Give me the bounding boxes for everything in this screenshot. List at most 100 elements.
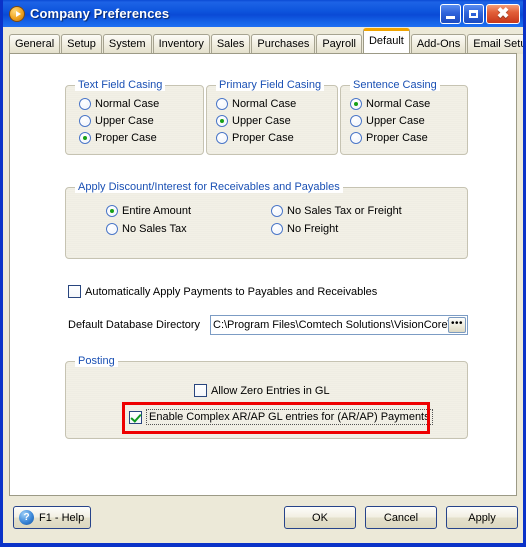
close-icon: ✖ [496, 5, 510, 22]
group-posting: Posting Allow Zero Entries in GL Enable … [65, 355, 468, 439]
f1-help-button[interactable]: ? F1 - Help [13, 506, 91, 529]
radio-sentence-normal-case[interactable]: Normal Case [350, 98, 430, 110]
browse-button[interactable]: ••• [448, 317, 466, 333]
radio-no-freight[interactable]: No Freight [271, 223, 338, 235]
play-circle-icon [9, 5, 25, 22]
radio-label: Normal Case [366, 98, 431, 110]
radio-label: Proper Case [232, 132, 294, 144]
group-primary-field-casing: Primary Field Casing Normal Case Upper C… [206, 79, 338, 155]
group-sentence-casing: Sentence Casing Normal Case Upper Case P… [340, 79, 468, 155]
radio-label: No Sales Tax or Freight [287, 205, 402, 217]
checkbox-icon [194, 384, 207, 397]
group-apply-discount: Apply Discount/Interest for Receivables … [65, 181, 468, 259]
default-tab-panel: Text Field Casing Normal Case Upper Case… [9, 53, 517, 496]
checkbox-label: Automatically Apply Payments to Payables… [85, 285, 378, 298]
checkbox-auto-apply-payments[interactable]: Automatically Apply Payments to Payables… [68, 285, 377, 298]
tab-label: Setup [67, 38, 96, 50]
radio-icon [106, 223, 118, 235]
tab-label: Add-Ons [416, 38, 461, 50]
radio-label: Proper Case [95, 132, 157, 144]
tab-add-ons[interactable]: Add-Ons [410, 34, 467, 54]
tab-label: Purchases [257, 38, 310, 50]
tab-payroll[interactable]: Payroll [316, 34, 362, 54]
radio-label: Proper Case [366, 132, 428, 144]
tab-default[interactable]: Default [362, 28, 410, 53]
checkbox-label: Allow Zero Entries in GL [211, 384, 330, 397]
radio-text-normal-case[interactable]: Normal Case [79, 98, 159, 110]
radio-label: Entire Amount [122, 205, 192, 217]
radio-text-proper-case[interactable]: Proper Case [79, 132, 157, 144]
tab-sales[interactable]: Sales [210, 34, 251, 54]
title-bar: Company Preferences ✖ [3, 0, 523, 27]
tab-inventory[interactable]: Inventory [152, 34, 210, 54]
dialog-footer: ? F1 - Help OK Cancel Apply [3, 496, 523, 543]
radio-icon [216, 132, 228, 144]
tab-setup[interactable]: Setup [61, 34, 102, 54]
radio-label: Upper Case [366, 115, 425, 127]
radio-label: No Freight [287, 223, 339, 235]
radio-text-upper-case[interactable]: Upper Case [79, 115, 154, 127]
f1-help-label: F1 - Help [39, 511, 85, 524]
tab-label: System [108, 38, 146, 50]
radio-no-sales-tax[interactable]: No Sales Tax [106, 223, 187, 235]
group-title-text-field-casing: Text Field Casing [75, 79, 166, 91]
radio-icon [350, 132, 362, 144]
radio-icon [79, 115, 91, 127]
tab-purchases[interactable]: Purchases [251, 34, 316, 54]
question-mark-icon: ? [19, 510, 34, 525]
radio-icon [271, 205, 283, 217]
group-title-primary-field-casing: Primary Field Casing [216, 79, 325, 91]
close-button[interactable]: ✖ [486, 3, 520, 24]
tab-label: Email Setup [473, 38, 526, 50]
radio-icon [271, 223, 283, 235]
checkbox-icon-checked [129, 410, 142, 424]
radio-label: Upper Case [95, 115, 154, 127]
radio-icon [79, 98, 91, 110]
group-title-posting: Posting [75, 355, 118, 367]
radio-label: Normal Case [95, 98, 160, 110]
checkbox-allow-zero-entries[interactable]: Allow Zero Entries in GL [194, 384, 330, 397]
cancel-button[interactable]: Cancel [365, 506, 437, 529]
tab-system[interactable]: System [102, 34, 152, 54]
radio-primary-upper-case[interactable]: Upper Case [216, 115, 291, 127]
radio-label: Normal Case [232, 98, 297, 110]
radio-icon-selected [106, 205, 118, 217]
radio-primary-normal-case[interactable]: Normal Case [216, 98, 296, 110]
radio-icon [350, 115, 362, 127]
minimize-button[interactable] [440, 3, 461, 24]
ok-button[interactable]: OK [284, 506, 356, 529]
database-directory-value: C:\Program Files\Comtech Solutions\Visio… [213, 319, 448, 331]
radio-label: Upper Case [232, 115, 291, 127]
group-title-sentence-casing: Sentence Casing [350, 79, 440, 91]
radio-sentence-upper-case[interactable]: Upper Case [350, 115, 425, 127]
tab-strip: General Setup System Inventory Sales Pur… [3, 27, 526, 54]
radio-primary-proper-case[interactable]: Proper Case [216, 132, 294, 144]
tab-email-setup[interactable]: Email Setup [467, 34, 526, 54]
radio-icon-selected [350, 98, 362, 110]
radio-icon-selected [216, 115, 228, 127]
database-directory-label: Default Database Directory [68, 319, 201, 331]
checkbox-enable-complex-arap[interactable]: Enable Complex AR/AP GL entries for (AR/… [129, 409, 433, 425]
radio-icon-selected [79, 132, 91, 144]
tab-label: Inventory [158, 38, 204, 50]
tab-label: General [15, 38, 55, 50]
maximize-button[interactable] [463, 3, 484, 24]
tab-label: Payroll [322, 38, 356, 50]
tab-label: Sales [216, 38, 245, 50]
group-text-field-casing: Text Field Casing Normal Case Upper Case… [65, 79, 204, 155]
radio-sentence-proper-case[interactable]: Proper Case [350, 132, 428, 144]
radio-icon [216, 98, 228, 110]
radio-entire-amount[interactable]: Entire Amount [106, 205, 191, 217]
window-title: Company Preferences [30, 6, 170, 21]
radio-no-sales-tax-or-freight[interactable]: No Sales Tax or Freight [271, 205, 402, 217]
tab-general[interactable]: General [9, 34, 61, 54]
tab-label: Default [368, 35, 404, 47]
checkbox-label: Enable Complex AR/AP GL entries for (AR/… [146, 409, 433, 425]
apply-button[interactable]: Apply [446, 506, 518, 529]
database-directory-input[interactable]: C:\Program Files\Comtech Solutions\Visio… [210, 315, 468, 335]
group-title-apply-discount: Apply Discount/Interest for Receivables … [75, 181, 343, 193]
caption-buttons: ✖ [440, 3, 520, 24]
radio-label: No Sales Tax [122, 223, 187, 235]
checkbox-icon [68, 285, 81, 298]
company-preferences-window: Company Preferences ✖ General Setup Syst… [0, 0, 526, 547]
